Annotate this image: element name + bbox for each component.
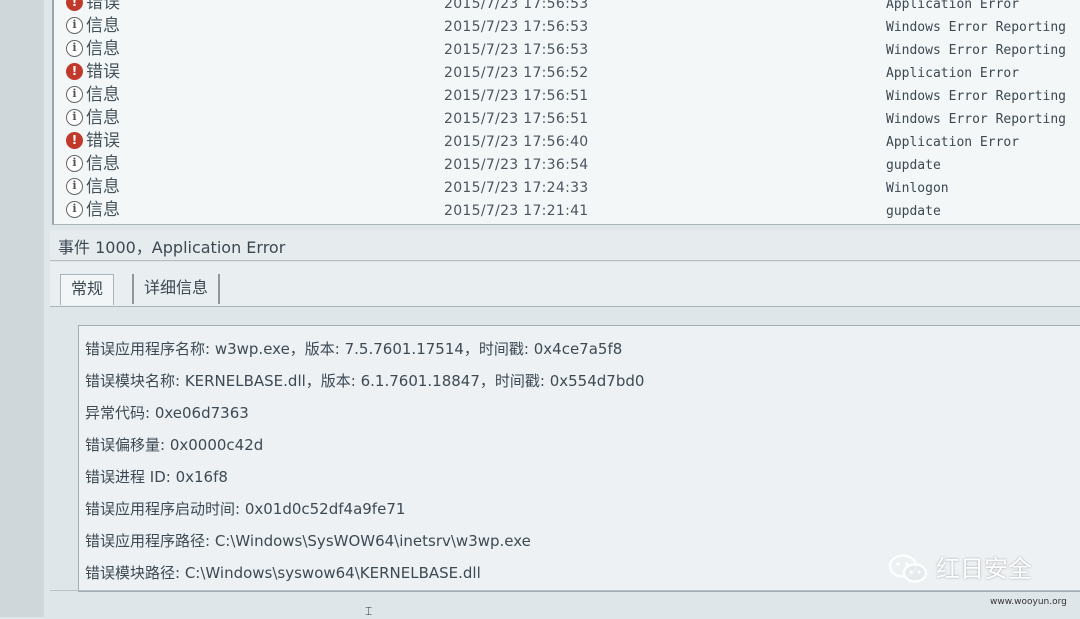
event-level: 信息	[86, 85, 120, 105]
event-source: Windows Error Reporting	[886, 20, 1067, 35]
event-row[interactable]: i 信息 2015/7/23 17:56:51 Windows Error Repor…	[54, 107, 1080, 130]
event-row[interactable]: i 信息 2015/7/23 17:36:54 gupdate	[54, 153, 1080, 176]
event-row[interactable]: i 信息 2015/7/23 17:56:51 Windows Error Repor…	[54, 84, 1080, 107]
site-url: www.wooyun.org	[990, 597, 1067, 607]
event-datetime: 2015/7/23 17:56:40	[444, 134, 589, 150]
event-level: 错误	[86, 131, 120, 151]
watermark-text: 红日安全	[936, 555, 1032, 583]
event-datetime: 2015/7/23 17:56:53	[444, 0, 589, 12]
event-source: Application Error	[886, 0, 1020, 12]
event-detail-header: 事件 1000，Application Error	[50, 230, 1080, 261]
event-row[interactable]: i 信息 2015/7/23 17:56:53 Windows Error Repor…	[54, 15, 1080, 38]
event-datetime: 2015/7/23 17:24:33	[444, 180, 589, 196]
pane-bottom-border	[50, 590, 1080, 591]
event-datetime: 2015/7/23 17:36:54	[444, 157, 589, 173]
event-datetime: 2015/7/23 17:56:53	[444, 19, 589, 35]
screen-bezel	[0, 0, 44, 617]
event-level: 信息	[86, 200, 120, 220]
description-line: 错误进程 ID: 0x16f8	[85, 468, 228, 486]
description-line: 错误模块名称: KERNELBASE.dll，版本: 6.1.7601.1884…	[85, 372, 645, 390]
tab-divider	[50, 306, 1080, 307]
description-line: 错误应用程序启动时间: 0x01d0c52df4a9fe71	[85, 500, 406, 518]
info-icon: i	[66, 86, 83, 103]
event-datetime: 2015/7/23 17:21:41	[444, 203, 589, 219]
event-row[interactable]: i 信息 2015/7/23 17:56:53 Windows Error Repor…	[54, 38, 1080, 61]
event-level: 信息	[86, 16, 120, 36]
description-line: 错误应用程序路径: C:\Windows\SysWOW64\inetsrv\w3…	[85, 532, 531, 550]
event-level: 错误	[86, 62, 120, 82]
tab-general[interactable]: 常规	[60, 274, 115, 305]
event-source: Application Error	[886, 135, 1020, 150]
event-description[interactable]: 错误应用程序名称: w3wp.exe，版本: 7.5.7601.17514，时间…	[78, 325, 1080, 592]
event-source: Windows Error Reporting	[886, 43, 1067, 58]
event-datetime: 2015/7/23 17:56:51	[444, 88, 589, 104]
event-level: 信息	[86, 39, 120, 59]
event-source: gupdate	[886, 204, 941, 219]
info-icon: i	[66, 201, 83, 218]
event-level: 错误	[86, 0, 120, 13]
event-row[interactable]: i 信息 2015/7/23 17:21:41 gupdate	[54, 199, 1080, 222]
info-icon: i	[66, 17, 83, 34]
event-row[interactable]: i 信息 2015/7/23 17:24:33 Winlogon	[54, 176, 1080, 199]
description-line: 错误偏移量: 0x0000c42d	[85, 436, 264, 454]
event-source: Windows Error Reporting	[886, 112, 1067, 127]
event-list[interactable]: ! 错误 2015/7/23 17:56:53 Application Error i 信…	[52, 0, 1080, 225]
error-icon: !	[66, 132, 83, 149]
wechat-icon	[888, 554, 928, 583]
description-line: 异常代码: 0xe06d7363	[85, 404, 249, 422]
event-row[interactable]: ! 错误 2015/7/23 17:56:53 Application Error	[54, 0, 1080, 15]
description-line: 错误模块路径: C:\Windows\syswow64\KERNELBASE.d…	[85, 564, 481, 582]
detail-tab-strip: 常规 详细信息	[50, 262, 1080, 306]
event-source: gupdate	[886, 158, 941, 173]
event-source: Windows Error Reporting	[886, 89, 1067, 104]
event-datetime: 2015/7/23 17:56:52	[444, 65, 589, 81]
event-source: Application Error	[886, 66, 1020, 81]
error-icon: !	[66, 0, 83, 11]
event-source: Winlogon	[886, 181, 949, 196]
event-datetime: 2015/7/23 17:56:51	[444, 111, 589, 127]
event-level: 信息	[86, 154, 120, 174]
event-detail-title: 事件 1000，Application Error	[58, 238, 286, 257]
description-line: 错误应用程序名称: w3wp.exe，版本: 7.5.7601.17514，时间…	[85, 340, 623, 358]
event-row[interactable]: ! 错误 2015/7/23 17:56:52 Application Error	[54, 61, 1080, 84]
tab-details[interactable]: 详细信息	[132, 274, 221, 304]
info-icon: i	[66, 40, 83, 57]
event-datetime: 2015/7/23 17:56:53	[444, 42, 589, 58]
event-level: 信息	[86, 177, 120, 197]
info-icon: i	[66, 109, 83, 126]
info-icon: i	[66, 178, 83, 195]
event-level: 信息	[86, 108, 120, 128]
event-row[interactable]: ! 错误 2015/7/23 17:56:40 Application Error	[54, 130, 1080, 153]
info-icon: i	[66, 155, 83, 172]
error-icon: !	[66, 63, 83, 80]
